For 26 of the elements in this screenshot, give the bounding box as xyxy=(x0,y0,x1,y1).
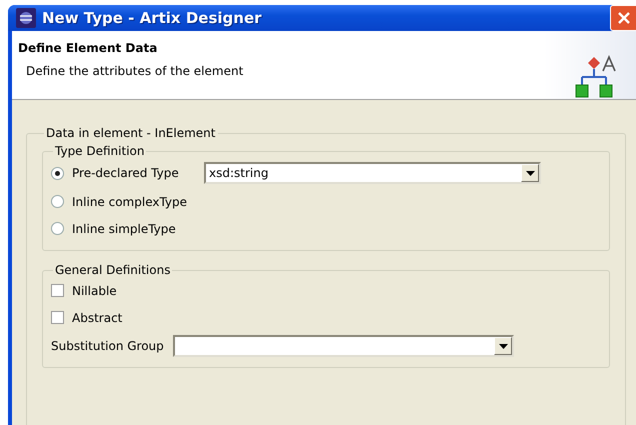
page-description: Define the attributes of the element xyxy=(26,64,244,78)
radio-label: Pre-declared Type xyxy=(72,166,180,180)
app-icon xyxy=(16,8,36,28)
radio-button[interactable] xyxy=(51,195,64,208)
radio-label: Inline complexType xyxy=(72,194,188,208)
window-title: New Type - Artix Designer xyxy=(42,9,262,27)
page-title: Define Element Data xyxy=(18,41,158,55)
caret-icon xyxy=(498,344,508,348)
radio-button[interactable] xyxy=(51,166,64,180)
dropdown-button[interactable] xyxy=(494,337,512,355)
checkbox-label: Nillable xyxy=(72,284,117,298)
checkbox-label: Abstract xyxy=(72,310,122,324)
dropdown-button[interactable] xyxy=(521,164,539,182)
checkbox[interactable] xyxy=(51,311,64,324)
caret-icon xyxy=(526,170,534,176)
group-legend: Type Definition xyxy=(55,144,144,158)
group-legend: Data in element - InElement xyxy=(46,126,216,140)
field-label: Substitution Group xyxy=(51,339,165,353)
type-dropdown[interactable]: xsd:string xyxy=(204,162,541,184)
radio-button[interactable] xyxy=(51,222,64,235)
radio-label: Inline simpleType xyxy=(72,222,176,236)
group-legend: General Definitions xyxy=(55,263,170,277)
close-icon xyxy=(616,11,630,25)
checkbox[interactable] xyxy=(51,284,64,297)
substitution-group-dropdown[interactable] xyxy=(173,335,514,357)
close-button[interactable] xyxy=(610,5,636,31)
